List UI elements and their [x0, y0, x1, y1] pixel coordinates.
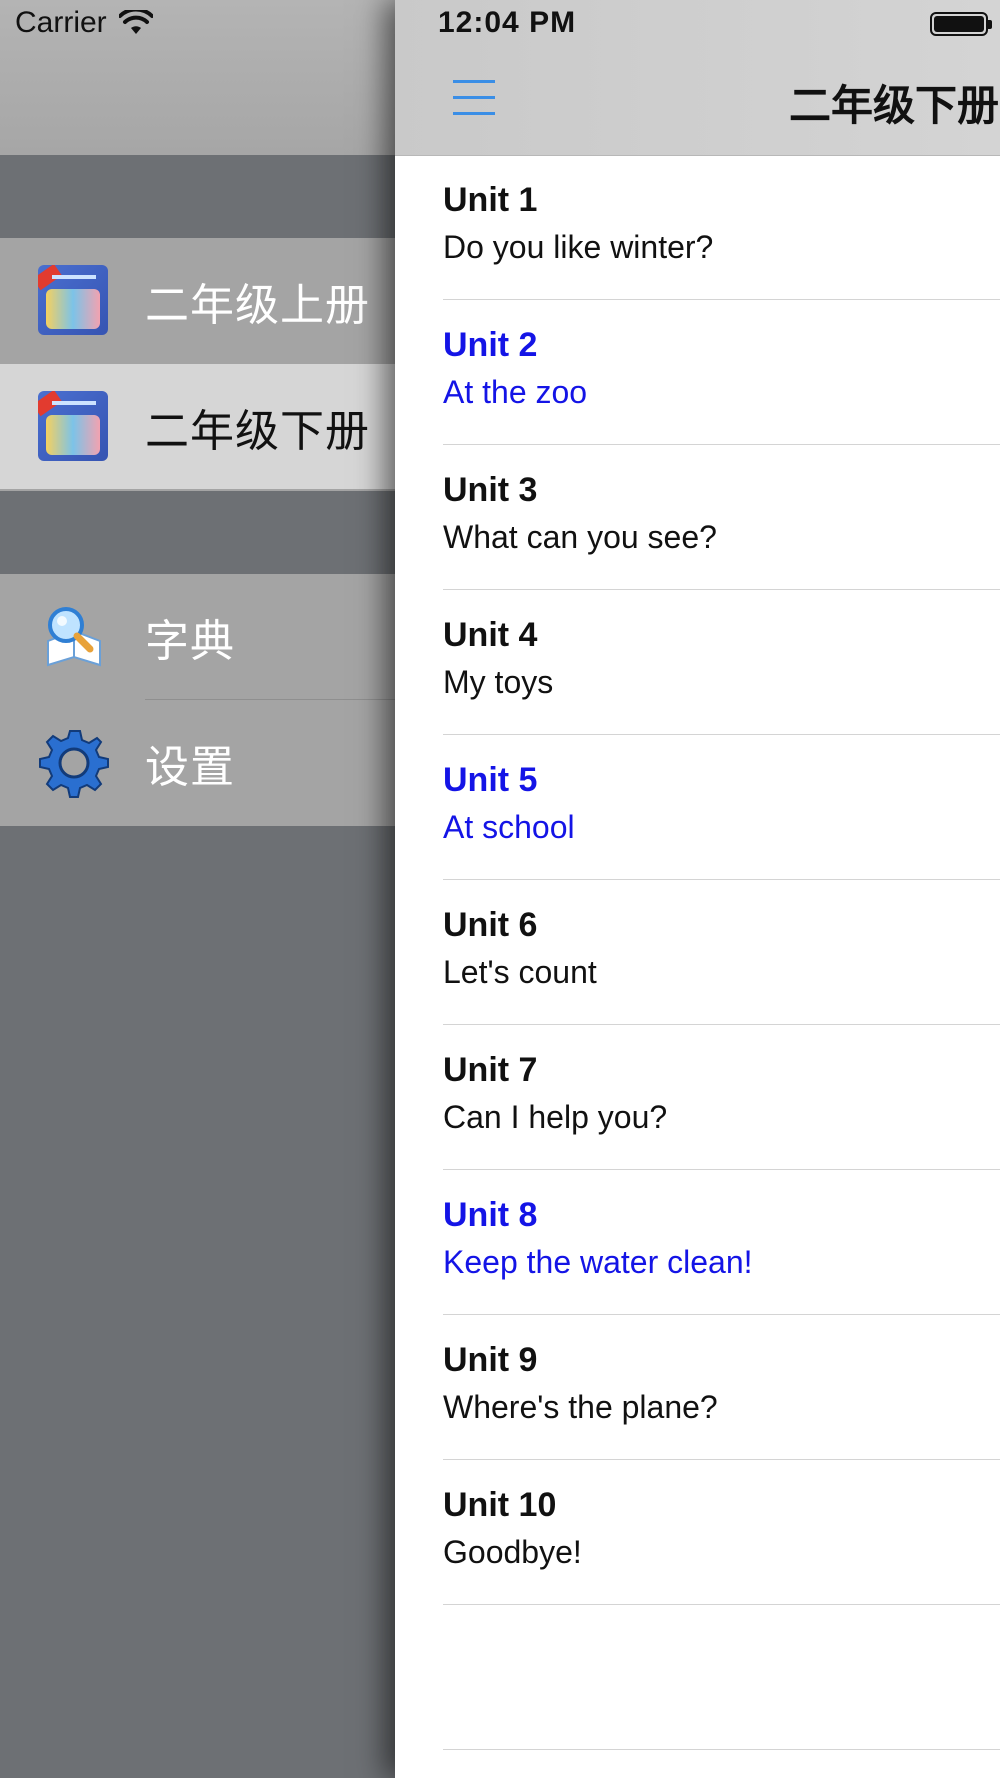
list-item[interactable]: Unit 10 Goodbye! — [443, 1460, 1000, 1605]
unit-title: What can you see? — [443, 519, 717, 555]
tools-menu: 字典 设置 — [0, 574, 395, 826]
book-cover-icon — [38, 264, 110, 337]
unit-number: Unit 8 — [443, 1196, 538, 1234]
unit-title: At school — [443, 809, 575, 845]
drawer-item-settings[interactable]: 设置 — [0, 700, 395, 825]
content-panel: 12:04 PM 二年级下册 Unit 1 Do you like winter… — [395, 0, 1000, 1778]
unit-title: Can I help you? — [443, 1099, 668, 1135]
status-time: 12:04 PM — [438, 6, 577, 39]
drawer-header: Carrier — [0, 0, 395, 155]
unit-number: Unit 1 — [443, 181, 538, 219]
list-item[interactable]: Unit 4 My toys — [443, 590, 1000, 735]
unit-title: Where's the plane? — [443, 1389, 718, 1425]
navigation-bar: 12:04 PM 二年级下册 — [395, 0, 1000, 156]
list-item[interactable]: Unit 6 Let's count — [443, 880, 1000, 1025]
unit-title: My toys — [443, 664, 554, 700]
unit-number: Unit 3 — [443, 471, 538, 509]
page-title: 二年级下册 — [789, 81, 1000, 130]
list-item[interactable]: Unit 5 At school — [443, 735, 1000, 880]
status-carrier: Carrier — [15, 6, 153, 40]
drawer-item-grade2-vol1[interactable]: 二年级上册 — [0, 238, 395, 363]
hamburger-icon[interactable] — [453, 80, 495, 116]
unit-list: Unit 1 Do you like winter? Unit 2 At the… — [395, 155, 1000, 1750]
book-cover-icon — [38, 390, 110, 463]
drawer-item-label: 设置 — [145, 741, 235, 793]
empty-row — [443, 1605, 1000, 1750]
drawer-item-label: 二年级上册 — [145, 279, 370, 331]
unit-number: Unit 5 — [443, 761, 538, 799]
carrier-label: Carrier — [15, 6, 107, 39]
list-item[interactable]: Unit 3 What can you see? — [443, 445, 1000, 590]
list-item[interactable]: Unit 1 Do you like winter? — [443, 155, 1000, 300]
magnifier-book-icon — [47, 606, 101, 666]
unit-title: Do you like winter? — [443, 229, 714, 265]
unit-number: Unit 9 — [443, 1341, 538, 1379]
drawer-item-label: 字典 — [145, 615, 235, 667]
drawer-item-dictionary[interactable]: 字典 — [0, 574, 395, 699]
drawer-item-label: 二年级下册 — [145, 405, 370, 457]
gear-icon — [39, 729, 109, 798]
list-item[interactable]: Unit 7 Can I help you? — [443, 1025, 1000, 1170]
unit-title: Keep the water clean! — [443, 1244, 753, 1280]
unit-number: Unit 4 — [443, 616, 538, 654]
battery-icon — [930, 12, 992, 36]
unit-number: Unit 7 — [443, 1051, 538, 1089]
unit-number: Unit 10 — [443, 1486, 557, 1524]
list-item[interactable]: Unit 8 Keep the water clean! — [443, 1170, 1000, 1315]
unit-title: Goodbye! — [443, 1534, 582, 1570]
unit-number: Unit 6 — [443, 906, 538, 944]
unit-number: Unit 2 — [443, 326, 538, 364]
side-drawer: Carrier 二年级上册 二年级下册 字典 设置 — [0, 0, 395, 1778]
list-item[interactable]: Unit 2 At the zoo — [443, 300, 1000, 445]
unit-title: Let's count — [443, 954, 597, 990]
drawer-item-grade2-vol2[interactable]: 二年级下册 — [0, 364, 395, 489]
unit-title: At the zoo — [443, 374, 588, 410]
book-menu: 二年级上册 二年级下册 — [0, 238, 395, 491]
wifi-icon — [118, 10, 153, 34]
list-item[interactable]: Unit 9 Where's the plane? — [443, 1315, 1000, 1460]
